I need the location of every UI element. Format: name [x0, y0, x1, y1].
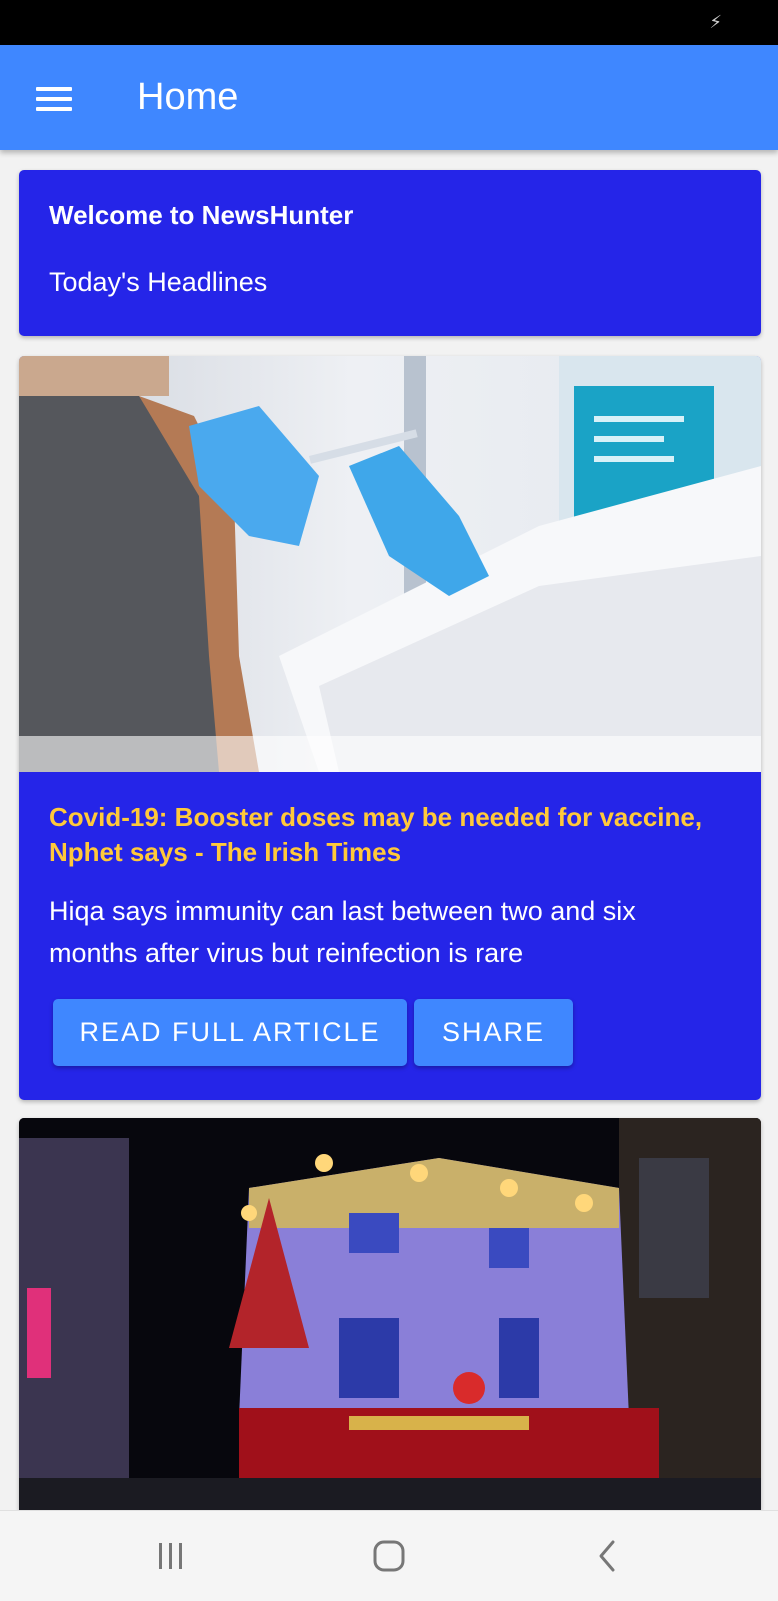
welcome-card: Welcome to NewsHunter Today's Headlines — [19, 170, 761, 336]
article-card: Covid-19: Booster doses may be needed fo… — [19, 356, 761, 1100]
welcome-subtitle: Today's Headlines — [49, 267, 268, 297]
home-icon — [373, 1540, 405, 1572]
app-bar: Home — [0, 45, 778, 150]
read-full-article-button[interactable]: READ FULL ARTICLE — [53, 999, 407, 1066]
share-button[interactable]: SHARE — [414, 999, 573, 1066]
article-image — [19, 356, 761, 772]
article-image — [19, 1118, 761, 1510]
back-icon — [599, 1540, 615, 1572]
page-title: Home — [137, 76, 239, 118]
article-card — [19, 1118, 761, 1510]
back-button[interactable] — [572, 1529, 642, 1583]
recent-apps-button[interactable] — [136, 1529, 206, 1583]
article-headline[interactable]: Covid-19: Booster doses may be needed fo… — [49, 800, 709, 870]
charging-icon: ⚡︎ — [709, 12, 722, 32]
hamburger-menu-icon — [36, 86, 72, 112]
welcome-title: Welcome to NewsHunter — [49, 200, 354, 230]
article-description: Hiqa says immunity can last between two … — [49, 896, 636, 968]
system-navigation-bar — [0, 1510, 778, 1601]
home-button[interactable] — [354, 1529, 424, 1583]
recent-apps-icon — [159, 1543, 182, 1569]
menu-button[interactable] — [26, 75, 82, 123]
status-bar: ⚡︎ — [0, 0, 778, 45]
